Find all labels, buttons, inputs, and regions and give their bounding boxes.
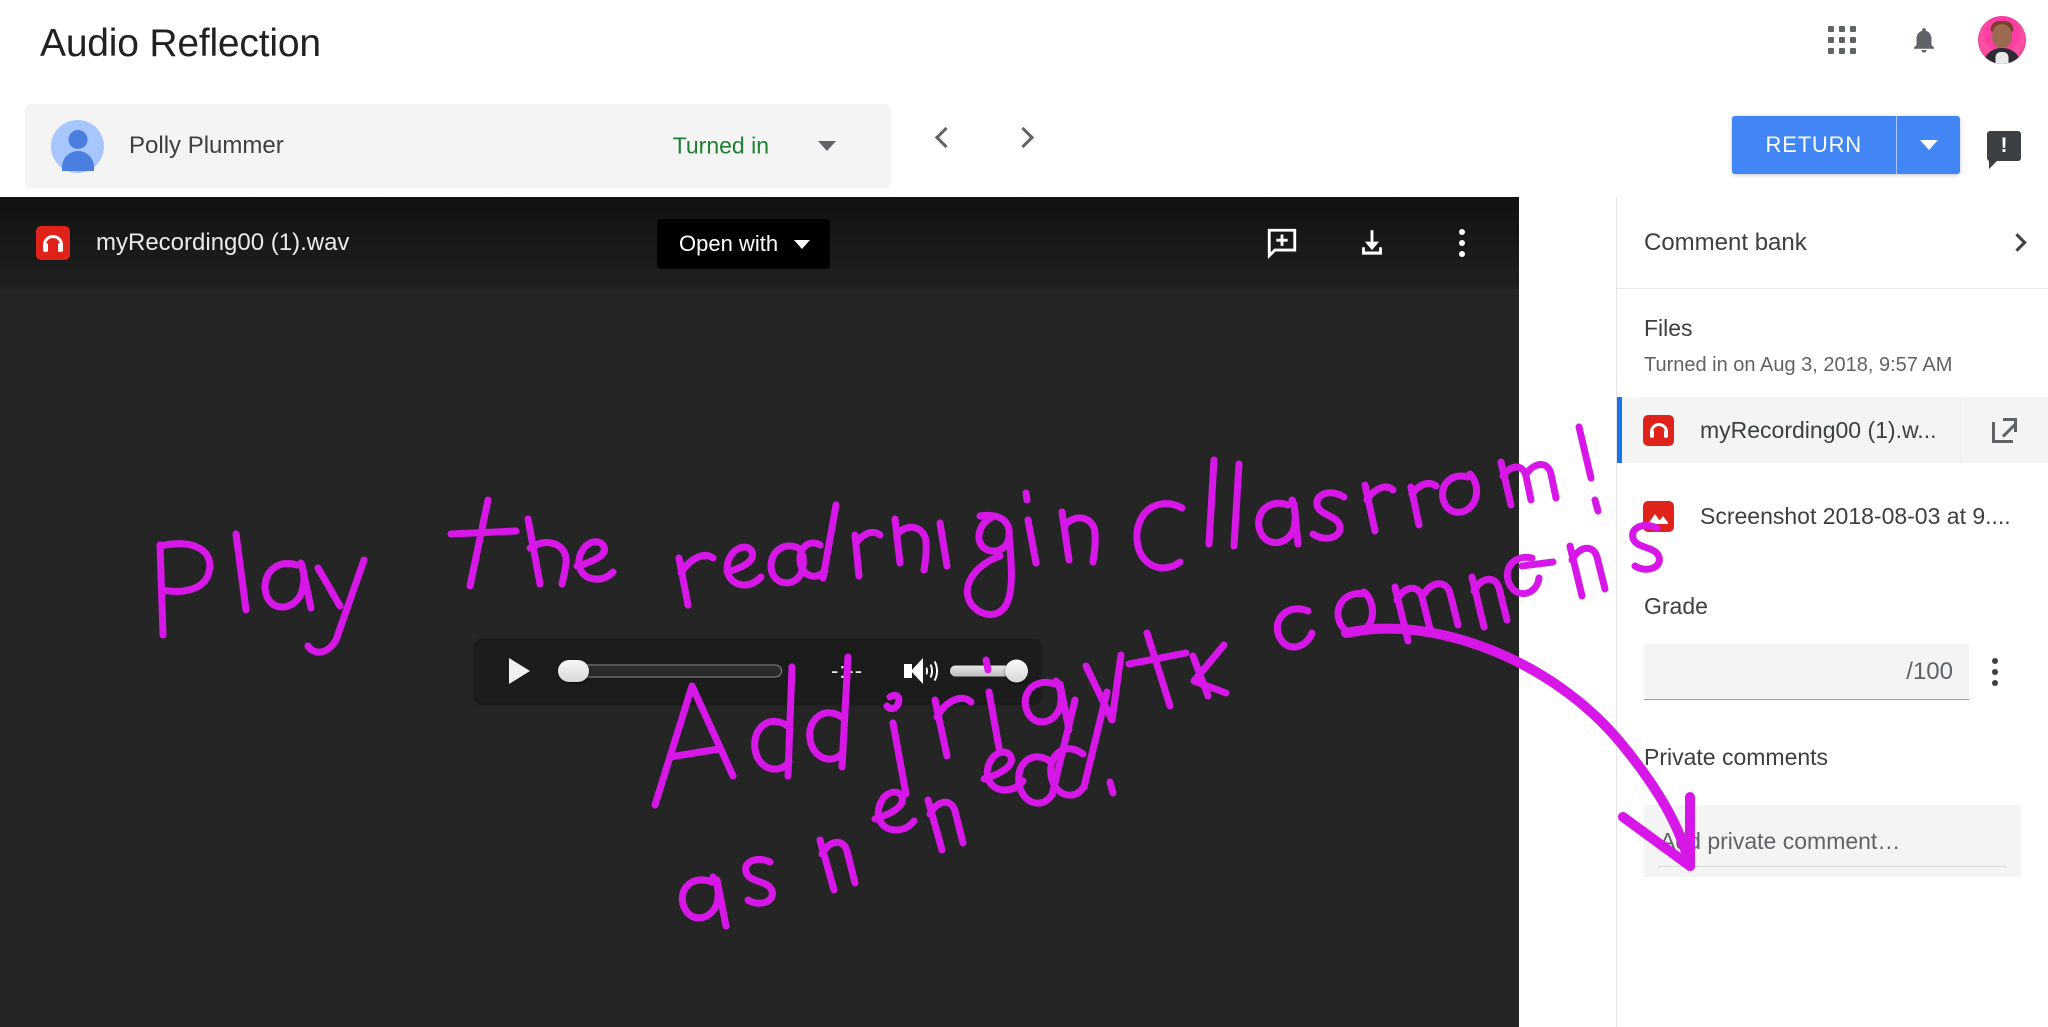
- chevron-down-icon[interactable]: [818, 141, 836, 151]
- report-issue-icon[interactable]: !: [1980, 122, 2028, 170]
- download-icon[interactable]: [1351, 222, 1393, 264]
- report-issue-glyph: !: [1987, 131, 2021, 169]
- top-bar-right-controls: [1814, 12, 2026, 68]
- grade-label: Grade: [1644, 593, 1708, 619]
- open-with-button[interactable]: Open with: [657, 219, 831, 269]
- chevron-right-icon[interactable]: [998, 112, 1048, 162]
- viewer-tool-buttons: [1261, 222, 1483, 264]
- seek-track: [558, 664, 782, 678]
- bell-icon[interactable]: [1896, 12, 1952, 68]
- page-title: Audio Reflection: [40, 22, 321, 65]
- comment-bank-label: Comment bank: [1644, 228, 1807, 256]
- open-in-new-icon[interactable]: [1960, 397, 2048, 463]
- apps-grid-glyph: [1828, 26, 1856, 54]
- return-button-group: RETURN: [1731, 116, 1960, 174]
- chevron-right-icon: [2008, 233, 2027, 252]
- status-badge: Turned in: [672, 132, 769, 159]
- student-navigation: [920, 112, 1048, 162]
- volume-knob[interactable]: [1005, 659, 1028, 683]
- avatar-head: [1992, 24, 2012, 49]
- file-name: myRecording00 (1).w...: [1700, 416, 1937, 443]
- grade-max-suffix: /100: [1906, 657, 1953, 685]
- chevron-down-icon: [794, 239, 811, 249]
- image-file-icon: [1643, 500, 1674, 532]
- seek-knob[interactable]: [558, 660, 589, 682]
- private-comments-label: Private comments: [1644, 744, 1829, 770]
- file-name: Screenshot 2018-08-03 at 9....: [1700, 502, 2011, 529]
- person-avatar: [51, 119, 104, 173]
- list-item[interactable]: Screenshot 2018-08-03 at 9....: [1617, 483, 2048, 549]
- private-comment-input[interactable]: Add private comment…: [1644, 805, 2021, 877]
- viewer-filename: myRecording00 (1).wav: [96, 229, 350, 256]
- grade-section: Grade /100: [1617, 549, 2048, 700]
- return-dropdown-button[interactable]: [1896, 116, 1960, 174]
- top-bar: Audio Reflection: [0, 0, 2048, 92]
- grading-sidebar: Comment bank Files Turned in on Aug 3, 2…: [1616, 197, 2048, 1027]
- avatar[interactable]: [1978, 16, 2026, 64]
- audio-player: -:--: [475, 639, 1041, 703]
- audio-headphone-icon: [36, 226, 70, 260]
- list-item[interactable]: myRecording00 (1).w...: [1617, 397, 2048, 463]
- volume-slider[interactable]: [950, 659, 1028, 683]
- audio-headphone-icon: [1643, 414, 1674, 446]
- files-section: Files Turned in on Aug 3, 2018, 9:57 AM …: [1617, 289, 2048, 549]
- grading-tool-page: Audio Reflection Polly Plummer Turned in…: [0, 0, 2048, 1027]
- chevron-left-icon[interactable]: [920, 112, 970, 162]
- add-comment-icon[interactable]: [1261, 222, 1303, 264]
- grade-row: /100: [1644, 644, 2021, 700]
- grade-input[interactable]: /100: [1644, 644, 1969, 700]
- play-icon[interactable]: [509, 658, 530, 684]
- chevron-down-icon: [1919, 140, 1938, 150]
- playback-time: -:--: [830, 658, 864, 683]
- apps-grid-icon[interactable]: [1814, 12, 1870, 68]
- open-with-label: Open with: [679, 231, 779, 256]
- return-button[interactable]: RETURN: [1731, 116, 1896, 174]
- file-viewer: myRecording00 (1).wav Open with -:--: [0, 197, 1519, 1027]
- more-vert-icon[interactable]: [1969, 658, 2021, 686]
- student-selector[interactable]: Polly Plummer Turned in: [25, 104, 891, 188]
- comment-bank-row[interactable]: Comment bank: [1617, 197, 2048, 289]
- more-vert-icon[interactable]: [1441, 222, 1483, 264]
- student-name: Polly Plummer: [129, 132, 284, 159]
- turned-in-timestamp: Turned in on Aug 3, 2018, 9:57 AM: [1644, 354, 1953, 376]
- seek-slider[interactable]: [558, 660, 782, 682]
- viewer-toolbar: myRecording00 (1).wav Open with: [0, 197, 1519, 289]
- private-comments-section: Private comments Add private comment…: [1617, 700, 2048, 877]
- volume-up-icon[interactable]: [904, 657, 938, 685]
- files-heading: Files: [1644, 315, 1693, 341]
- avatar-shirt: [1995, 52, 2009, 64]
- private-comment-placeholder: Add private comment…: [1660, 827, 1901, 854]
